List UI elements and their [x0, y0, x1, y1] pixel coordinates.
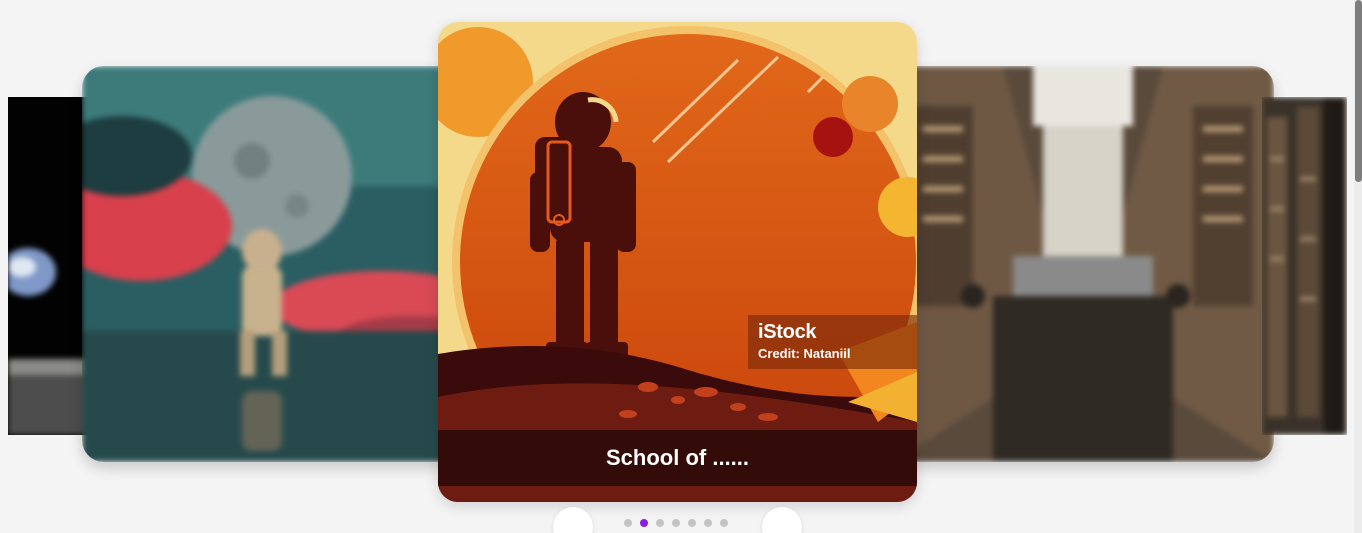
pagination-dot[interactable] — [656, 519, 664, 527]
carousel-prev-button[interactable] — [553, 507, 593, 533]
slide-caption: School of ...... — [606, 445, 749, 470]
image-credit-overlay: iStock Credit: Nataniil — [748, 315, 917, 369]
slide-library-shelves[interactable] — [1262, 97, 1347, 435]
pagination-dot[interactable] — [720, 519, 728, 527]
istock-logo: iStock — [758, 321, 817, 343]
slide-caption-bar: School of ...... — [438, 430, 917, 486]
pagination-dot-active[interactable] — [640, 519, 648, 527]
image-carousel: iStock Credit: Nataniil School of ...... — [0, 0, 1354, 533]
slide-astronaut-in-clouds[interactable] — [82, 66, 462, 462]
astronaut-in-clouds-image — [82, 66, 462, 462]
pagination-dot[interactable] — [672, 519, 680, 527]
pagination-dot[interactable] — [688, 519, 696, 527]
carousel-next-button[interactable] — [762, 507, 802, 533]
library-hall-image — [893, 66, 1274, 462]
slide-library-hall[interactable] — [893, 66, 1274, 462]
library-shelves-image — [1262, 97, 1347, 435]
pagination-dot[interactable] — [704, 519, 712, 527]
carousel-pagination — [624, 519, 728, 527]
image-credit-text: Credit: Nataniil — [758, 346, 851, 361]
page-scrollbar-thumb[interactable] — [1355, 0, 1362, 182]
pagination-dot[interactable] — [624, 519, 632, 527]
slide-astronaut-on-mars[interactable]: iStock Credit: Nataniil School of ...... — [438, 22, 917, 502]
